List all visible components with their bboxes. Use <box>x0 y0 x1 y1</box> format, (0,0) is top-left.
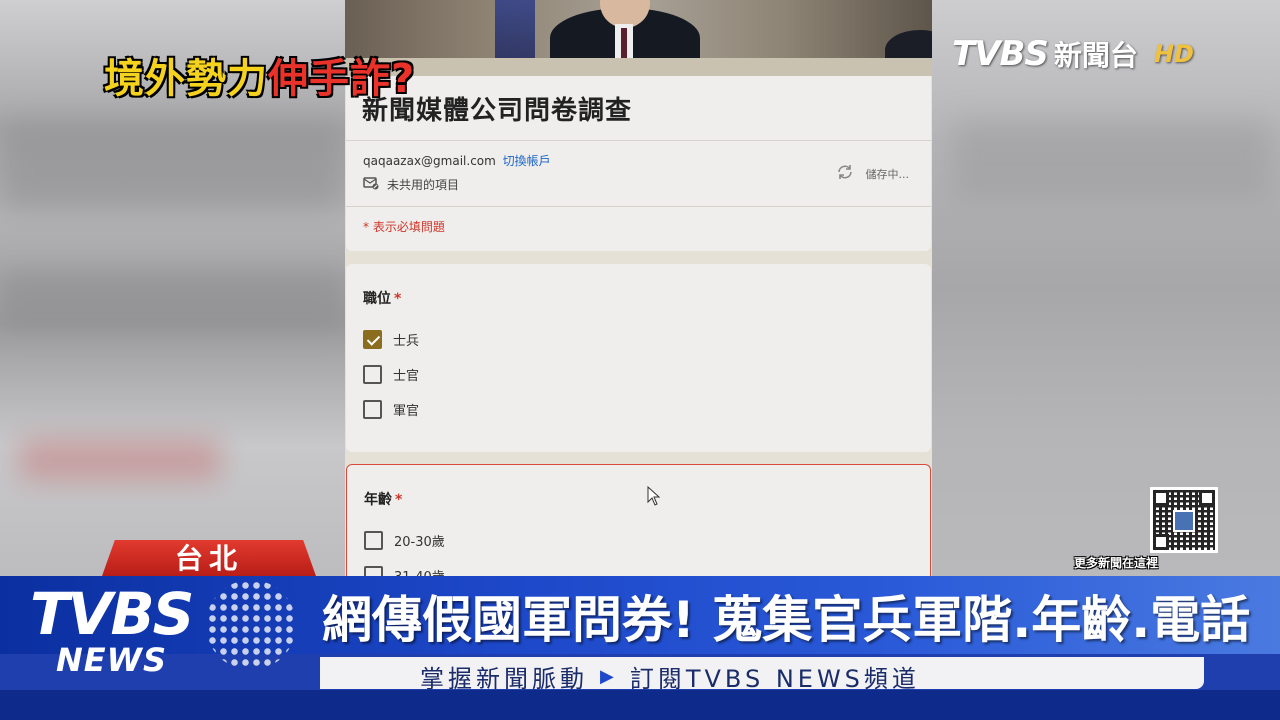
overlay-headline-yellow: 境外勢力 <box>104 56 268 102</box>
checkbox-option-age-20-30[interactable]: 20-30歲 <box>364 531 445 550</box>
news-lower-third: TVBS NEWS 網傳假國軍問券! 蒐集官兵軍階.年齡.電話 掌握新聞脈動 ▶… <box>0 576 1280 720</box>
required-note: * 表示必填問題 <box>363 220 445 234</box>
qr-caption: 更多新聞在這裡 <box>1074 556 1159 570</box>
option-label: 士兵 <box>393 334 420 349</box>
mouse-cursor-icon <box>647 485 661 510</box>
sync-icon <box>836 164 854 183</box>
play-arrow-icon: ▶ <box>600 666 618 687</box>
news-logo-subtext: NEWS <box>56 641 167 679</box>
saving-status: 儲存中... <box>836 164 910 183</box>
account-email-text: qaqaazax@gmail.com <box>363 154 496 168</box>
lower-third-bottom-bar <box>0 690 1280 720</box>
overlay-headline: 境外勢力伸手詐? <box>104 46 415 104</box>
form-header-card: 新聞媒體公司問卷調查 qaqaazax@gmail.com 切換帳戶 未共用的項… <box>346 76 931 251</box>
checkbox-checked[interactable] <box>363 330 382 349</box>
channel-logo-text: TVBS <box>952 34 1049 74</box>
form-accent-bar <box>345 58 932 76</box>
background-blur <box>0 270 345 330</box>
qr-logo-icon <box>1173 510 1195 532</box>
form-header-photo <box>345 0 932 58</box>
required-star: * <box>395 492 403 508</box>
question-title-text: 職位 <box>363 291 391 307</box>
qr-code <box>1150 487 1218 553</box>
background-blur <box>20 440 220 480</box>
tvbs-news-logo-text: TVBS <box>30 580 194 648</box>
question-title-text: 年齡 <box>364 492 392 508</box>
background-blur <box>952 120 1272 200</box>
account-email: qaqaazax@gmail.com 切換帳戶 <box>363 152 551 169</box>
qr-corner <box>1153 490 1169 506</box>
checkbox[interactable] <box>363 400 382 419</box>
option-label: 20-30歲 <box>394 535 445 550</box>
lower-third-headline: 網傳假國軍問券! 蒐集官兵軍階.年齡.電話 <box>322 591 1251 649</box>
person-image <box>885 30 932 58</box>
checkbox[interactable] <box>364 531 383 550</box>
checkbox-option-soldier[interactable]: 士兵 <box>363 330 419 349</box>
channel-logo: TVBS 新聞台 HD <box>952 34 1194 74</box>
option-label: 軍官 <box>393 404 420 419</box>
tvbs-news-logo: TVBS NEWS <box>30 580 194 679</box>
qr-corner <box>1199 490 1215 506</box>
divider <box>346 206 931 207</box>
location-tag: 台北 <box>102 540 316 576</box>
hd-badge: HD <box>1153 40 1194 68</box>
ticker-text: 掌握新聞脈動 ▶ 訂閱TVBS NEWS頻道 <box>420 659 920 694</box>
mail-off-icon <box>363 176 379 193</box>
question-title: 職位 * <box>363 288 401 308</box>
flag-image <box>495 0 535 58</box>
overlay-headline-red: 伸手詐? <box>268 56 416 102</box>
person-tie-image <box>621 28 627 58</box>
unshared-items-label: 未共用的項目 <box>387 178 460 192</box>
ticker-right: 訂閱TVBS NEWS頻道 <box>629 665 920 693</box>
saving-label: 儲存中... <box>865 167 910 181</box>
background-blur <box>0 120 345 210</box>
question-card-position: 職位 * 士兵 士官 軍官 <box>346 264 931 452</box>
required-star: * <box>394 291 402 307</box>
option-label: 士官 <box>393 369 420 384</box>
qr-pattern <box>1153 490 1215 550</box>
checkbox[interactable] <box>363 365 382 384</box>
switch-account-link[interactable]: 切換帳戶 <box>503 154 551 168</box>
unshared-items: 未共用的項目 <box>363 176 459 193</box>
ticker-left: 掌握新聞脈動 <box>420 665 588 693</box>
channel-name: 新聞台 <box>1053 39 1138 72</box>
qr-corner <box>1153 534 1169 550</box>
question-title: 年齡 * <box>364 489 402 509</box>
checkbox-option-nco[interactable]: 士官 <box>363 365 419 384</box>
checkbox-option-officer[interactable]: 軍官 <box>363 400 419 419</box>
divider <box>346 140 931 141</box>
